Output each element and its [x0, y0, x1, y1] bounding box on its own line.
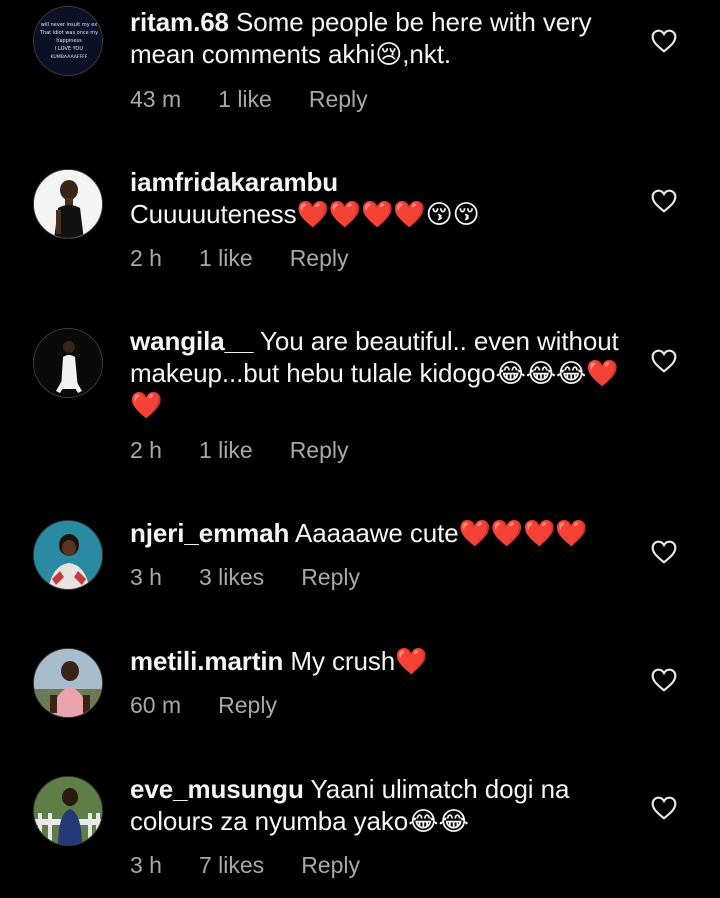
reply-button[interactable]: Reply	[218, 692, 277, 718]
heart-outline-icon[interactable]	[651, 796, 677, 820]
comment-body: Aaaaawe cute❤️❤️❤️❤️	[295, 518, 588, 548]
comment-text: iamfridakarambu Cuuuuuteness❤️❤️❤️❤️😚😚	[130, 166, 630, 230]
comment-text: ritam.68 Some people be here with very m…	[130, 6, 630, 70]
username[interactable]: metili.martin	[130, 646, 283, 676]
avatar-image	[34, 521, 102, 589]
username[interactable]: ritam.68	[130, 7, 229, 37]
heart-outline-icon[interactable]	[651, 349, 677, 373]
avatar[interactable]	[33, 776, 103, 846]
avatar-image	[34, 329, 102, 397]
comment-text: metili.martin My crush❤️	[130, 645, 630, 677]
comment-meta: 60 m Reply	[130, 692, 314, 719]
comment-meta: 2 h 1 like Reply	[130, 245, 386, 272]
avatar-text: That idiot was once my	[39, 30, 98, 36]
comment-body: Cuuuuuteness❤️❤️❤️❤️😚😚	[130, 199, 480, 229]
comment-text: njeri_emmah Aaaaawe cute❤️❤️❤️❤️	[130, 517, 630, 549]
username[interactable]: eve_musungu	[130, 774, 304, 804]
comment-text: wangila__ You are beautiful.. even witho…	[130, 325, 630, 421]
reply-button[interactable]: Reply	[309, 86, 368, 112]
heart-outline-icon[interactable]	[651, 540, 677, 564]
avatar-text: I LOVE YOU	[55, 46, 83, 52]
avatar-image: will never insult my ex That idiot was o…	[34, 7, 102, 75]
avatar[interactable]	[33, 520, 103, 590]
reply-button[interactable]: Reply	[290, 437, 349, 463]
heart-outline-icon[interactable]	[651, 189, 677, 213]
avatar-text: happiness	[56, 38, 82, 44]
like-count[interactable]: 3 likes	[199, 564, 264, 590]
username[interactable]: iamfridakarambu	[130, 166, 630, 198]
heart-outline-icon[interactable]	[651, 668, 677, 692]
reply-button[interactable]: Reply	[301, 852, 360, 878]
avatar[interactable]	[33, 648, 103, 718]
comment-text: eve_musungu Yaani ulimatch dogi na colou…	[130, 773, 630, 837]
avatar-image	[34, 649, 102, 717]
like-count[interactable]: 1 like	[199, 245, 253, 271]
heart-outline-icon[interactable]	[651, 29, 677, 53]
avatar-image	[34, 777, 102, 845]
comment-meta: 3 h 3 likes Reply	[130, 564, 397, 591]
timestamp: 60 m	[130, 692, 182, 718]
reply-button[interactable]: Reply	[290, 245, 349, 271]
avatar-text: KUMBAAAAFFFF	[51, 54, 88, 60]
comment-meta: 2 h 1 like Reply	[130, 437, 386, 464]
avatar[interactable]	[33, 169, 103, 239]
avatar-text: will never insult my ex	[41, 22, 97, 28]
like-count[interactable]: 1 like	[218, 86, 272, 112]
like-count[interactable]: 7 likes	[199, 852, 264, 878]
timestamp: 3 h	[130, 564, 162, 590]
comment-meta: 43 m 1 like Reply	[130, 86, 405, 113]
avatar-image	[34, 170, 102, 238]
timestamp: 43 m	[130, 86, 182, 112]
avatar[interactable]: will never insult my ex That idiot was o…	[33, 6, 103, 76]
avatar[interactable]	[33, 328, 103, 398]
timestamp: 3 h	[130, 852, 162, 878]
comment-body: My crush❤️	[290, 646, 428, 676]
timestamp: 2 h	[130, 437, 162, 463]
timestamp: 2 h	[130, 245, 162, 271]
username[interactable]: wangila__	[130, 326, 253, 356]
like-count[interactable]: 1 like	[199, 437, 253, 463]
username[interactable]: njeri_emmah	[130, 518, 289, 548]
reply-button[interactable]: Reply	[301, 564, 360, 590]
comment-meta: 3 h 7 likes Reply	[130, 852, 397, 879]
